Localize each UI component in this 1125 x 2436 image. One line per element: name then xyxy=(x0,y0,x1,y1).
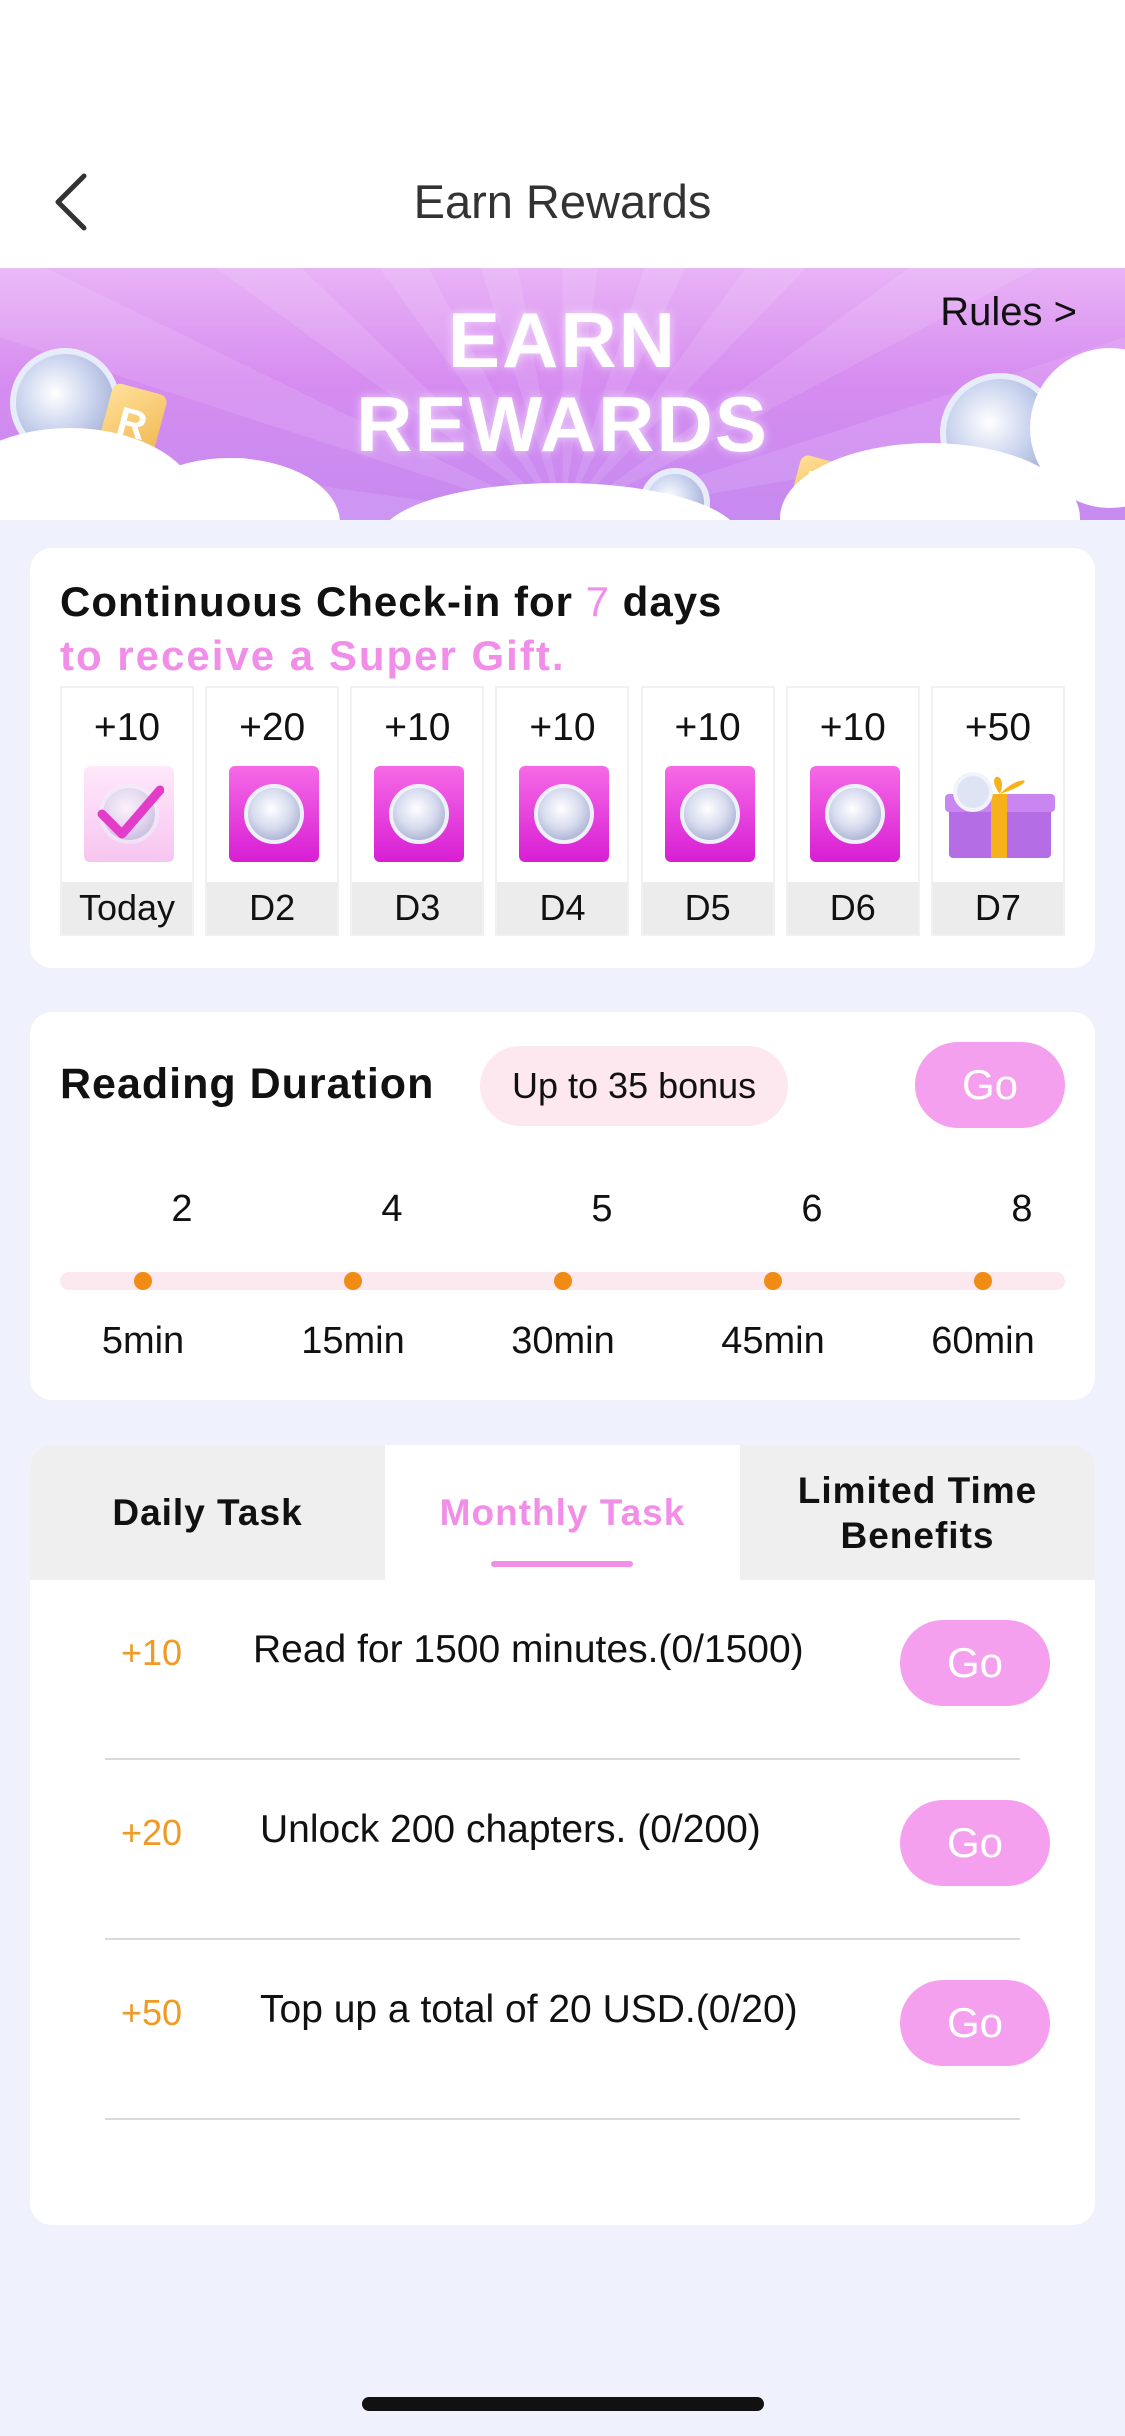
day-points: +10 xyxy=(674,706,741,749)
milestone-dot xyxy=(974,1272,992,1290)
tab-daily-task[interactable]: Daily Task xyxy=(30,1445,385,1580)
check-in-days-count: 7 xyxy=(585,578,611,625)
status-bar xyxy=(0,0,1125,140)
banner-title-line2: REWARDS xyxy=(356,380,769,468)
coin-icon xyxy=(519,766,610,862)
step-points: 4 xyxy=(381,1188,403,1230)
step-time: 5min xyxy=(101,1320,185,1362)
check-in-days: +10 Today +20 D2 +10 D3 +10 D4 +10 D5 +1… xyxy=(60,686,1065,936)
earn-rewards-banner: R R EARN REWARDS Rules > xyxy=(0,268,1125,520)
day-label: D3 xyxy=(352,882,483,934)
task-points: +10 xyxy=(121,1632,183,1673)
day-label: D6 xyxy=(787,882,918,934)
book-coin xyxy=(534,784,595,844)
check-in-day-3[interactable]: +10 D3 xyxy=(350,686,485,936)
check-in-day-4[interactable]: +10 D4 xyxy=(495,686,630,936)
task-row: +10 Read for 1500 minutes.(0/1500) Go xyxy=(105,1580,1050,1760)
day-points: +10 xyxy=(384,706,451,749)
book-coin xyxy=(244,784,305,844)
tab-label: Monthly Task xyxy=(439,1492,686,1533)
tab-monthly-task[interactable]: Monthly Task xyxy=(385,1445,740,1580)
task-text: Top up a total of 20 USD.(0/20) xyxy=(260,1988,798,2031)
check-in-title-suffix: days xyxy=(610,578,723,625)
check-in-subtitle: to receive a Super Gift. xyxy=(60,632,566,679)
task-points: +50 xyxy=(121,1992,183,2033)
task-text: Unlock 200 chapters. (0/200) xyxy=(260,1808,761,1851)
day-label: D5 xyxy=(642,882,773,934)
task-text: Read for 1500 minutes.(0/1500) xyxy=(253,1628,804,1671)
task-points: +20 xyxy=(121,1812,183,1853)
step-points: 6 xyxy=(801,1188,823,1230)
milestone-dot xyxy=(764,1272,782,1290)
reading-go-button[interactable]: Go xyxy=(915,1042,1065,1128)
tab-label: Limited Time Benefits xyxy=(797,1469,1038,1556)
day-points: +20 xyxy=(239,706,306,749)
coin-icon xyxy=(229,766,320,862)
day-points: +10 xyxy=(93,706,161,749)
checkmark-icon xyxy=(97,785,164,839)
check-in-day-2[interactable]: +20 D2 xyxy=(205,686,340,936)
book-coin xyxy=(824,784,885,844)
day-points: +10 xyxy=(819,706,886,749)
step-time: 60min xyxy=(931,1320,1035,1362)
task-go-button[interactable]: Go xyxy=(900,1800,1050,1886)
milestone-dot xyxy=(344,1272,362,1290)
active-tab-indicator xyxy=(491,1561,633,1567)
gift-icon xyxy=(944,772,1055,858)
coin-icon xyxy=(664,766,755,862)
check-in-day-5[interactable]: +10 D5 xyxy=(640,686,775,936)
day-label: Today xyxy=(62,882,192,934)
check-in-day-today[interactable]: +10 Today xyxy=(60,686,194,936)
check-icon xyxy=(84,766,174,862)
step-time: 45min xyxy=(721,1320,825,1362)
tab-limited-time-benefits[interactable]: Limited Time Benefits xyxy=(740,1445,1095,1580)
tasks-card: Daily Task Monthly Task Limited Time Ben… xyxy=(30,1445,1095,2225)
task-tabs: Daily Task Monthly Task Limited Time Ben… xyxy=(30,1445,1095,1580)
coin-icon xyxy=(809,766,900,862)
day-points: +10 xyxy=(529,706,596,749)
earn-rewards-screen: Earn Rewards R R EARN REWARDS Rules > Co… xyxy=(0,0,1125,2436)
reading-duration-title: Reading Duration xyxy=(60,1060,435,1108)
step-points: 2 xyxy=(171,1188,193,1230)
day-label: D4 xyxy=(497,882,628,934)
task-row: +20 Unlock 200 chapters. (0/200) Go xyxy=(105,1760,1050,1940)
task-go-button[interactable]: Go xyxy=(900,1980,1050,2066)
bonus-badge: Up to 35 bonus xyxy=(480,1046,789,1126)
coin-icon xyxy=(374,766,465,862)
check-in-title-prefix: Continuous Check-in for xyxy=(60,578,586,625)
rules-link[interactable]: Rules > xyxy=(940,290,1077,335)
milestone-dot xyxy=(554,1272,572,1290)
day-points: +50 xyxy=(964,706,1032,749)
step-time: 30min xyxy=(511,1320,615,1362)
book-coin xyxy=(679,784,740,844)
book-coin xyxy=(389,784,450,844)
step-time: 15min xyxy=(301,1320,405,1362)
check-in-day-6[interactable]: +10 D6 xyxy=(785,686,920,936)
day-label: D7 xyxy=(932,882,1063,934)
home-indicator[interactable] xyxy=(362,2397,764,2411)
milestone-dot xyxy=(134,1272,152,1290)
page-title: Earn Rewards xyxy=(413,175,712,228)
reading-duration-card: Reading Duration Up to 35 bonus Go 2 4 5… xyxy=(30,1012,1095,1400)
check-in-day-7[interactable]: +50 D7 xyxy=(930,686,1065,936)
nav-bar: Earn Rewards xyxy=(0,140,1125,268)
tab-label: Daily Task xyxy=(112,1492,303,1533)
task-row: +50 Top up a total of 20 USD.(0/20) Go xyxy=(105,1940,1050,2120)
check-in-title: Continuous Check-in for 7 days xyxy=(60,578,722,626)
check-in-card: Continuous Check-in for 7 days to receiv… xyxy=(30,548,1095,968)
day-label: D2 xyxy=(207,882,338,934)
step-points: 8 xyxy=(1011,1188,1033,1230)
task-go-button[interactable]: Go xyxy=(900,1620,1050,1706)
step-points: 5 xyxy=(591,1188,613,1230)
